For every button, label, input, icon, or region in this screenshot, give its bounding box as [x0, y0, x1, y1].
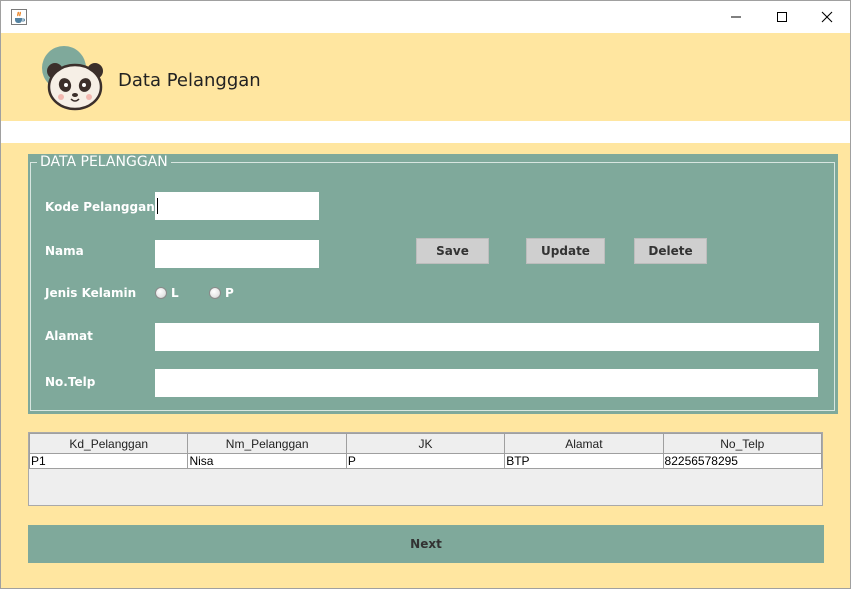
nama-input[interactable] [155, 240, 319, 268]
alamat-label: Alamat [45, 329, 93, 343]
radio-p-button[interactable] [209, 287, 221, 299]
nama-label: Nama [45, 244, 84, 258]
column-header-jk[interactable]: JK [345, 433, 506, 454]
column-header-nm-pelanggan[interactable]: Nm_Pelanggan [187, 433, 347, 454]
column-header-kd-pelanggan[interactable]: Kd_Pelanggan [28, 433, 189, 454]
radio-p[interactable]: P [209, 286, 234, 300]
table-cell[interactable]: P1 [28, 453, 189, 469]
customer-table-panel[interactable]: Kd_Pelanggan Nm_Pelanggan JK Alamat No_T… [28, 432, 823, 506]
minimize-icon [731, 16, 741, 17]
radio-l-label: L [171, 286, 179, 300]
content-area: Data Pelanggan DATA PELANGGAN Kode Pelan… [1, 33, 850, 588]
minimize-button[interactable] [713, 1, 759, 32]
radio-p-label: P [225, 286, 234, 300]
jenis-kelamin-label: Jenis Kelamin [45, 286, 137, 300]
kode-pelanggan-input[interactable] [155, 192, 319, 220]
header-divider [1, 121, 850, 143]
panda-icon [39, 43, 109, 113]
delete-button[interactable]: Delete [634, 238, 707, 264]
table-cell[interactable]: Nisa [187, 453, 347, 469]
save-button[interactable]: Save [416, 238, 489, 264]
table-cell[interactable]: P [345, 453, 506, 469]
kode-pelanggan-field-wrap [155, 192, 319, 220]
table-header-row: Kd_Pelanggan Nm_Pelanggan JK Alamat No_T… [28, 433, 823, 454]
no-telp-input[interactable] [155, 369, 818, 397]
radio-l[interactable]: L [155, 286, 179, 300]
table-cell[interactable]: 82256578295 [662, 453, 823, 469]
column-header-no-telp[interactable]: No_Telp [662, 433, 823, 454]
java-cup-icon[interactable] [11, 9, 27, 25]
maximize-button[interactable] [759, 1, 805, 32]
maximize-icon [777, 11, 787, 22]
app-window: Data Pelanggan DATA PELANGGAN Kode Pelan… [0, 0, 851, 589]
table-cell[interactable]: BTP [504, 453, 664, 469]
radio-l-button[interactable] [155, 287, 167, 299]
alamat-input[interactable] [155, 323, 819, 351]
no-telp-label: No.Telp [45, 375, 96, 389]
customer-form-panel: DATA PELANGGAN Kode Pelanggan Nama Save … [28, 154, 838, 414]
update-button[interactable]: Update [526, 238, 605, 264]
page-header: Data Pelanggan [1, 33, 850, 121]
column-header-alamat[interactable]: Alamat [504, 433, 664, 454]
close-button[interactable] [804, 1, 850, 32]
next-button[interactable]: Next [28, 525, 824, 563]
customer-table[interactable]: Kd_Pelanggan Nm_Pelanggan JK Alamat No_T… [28, 433, 823, 469]
table-row[interactable]: P1 Nisa P BTP 82256578295 [28, 453, 823, 469]
text-caret [157, 198, 158, 214]
form-legend: DATA PELANGGAN [37, 154, 171, 170]
page-title: Data Pelanggan [118, 70, 261, 91]
kode-pelanggan-label: Kode Pelanggan [45, 200, 155, 214]
title-bar [1, 1, 850, 33]
close-icon [821, 11, 833, 22]
